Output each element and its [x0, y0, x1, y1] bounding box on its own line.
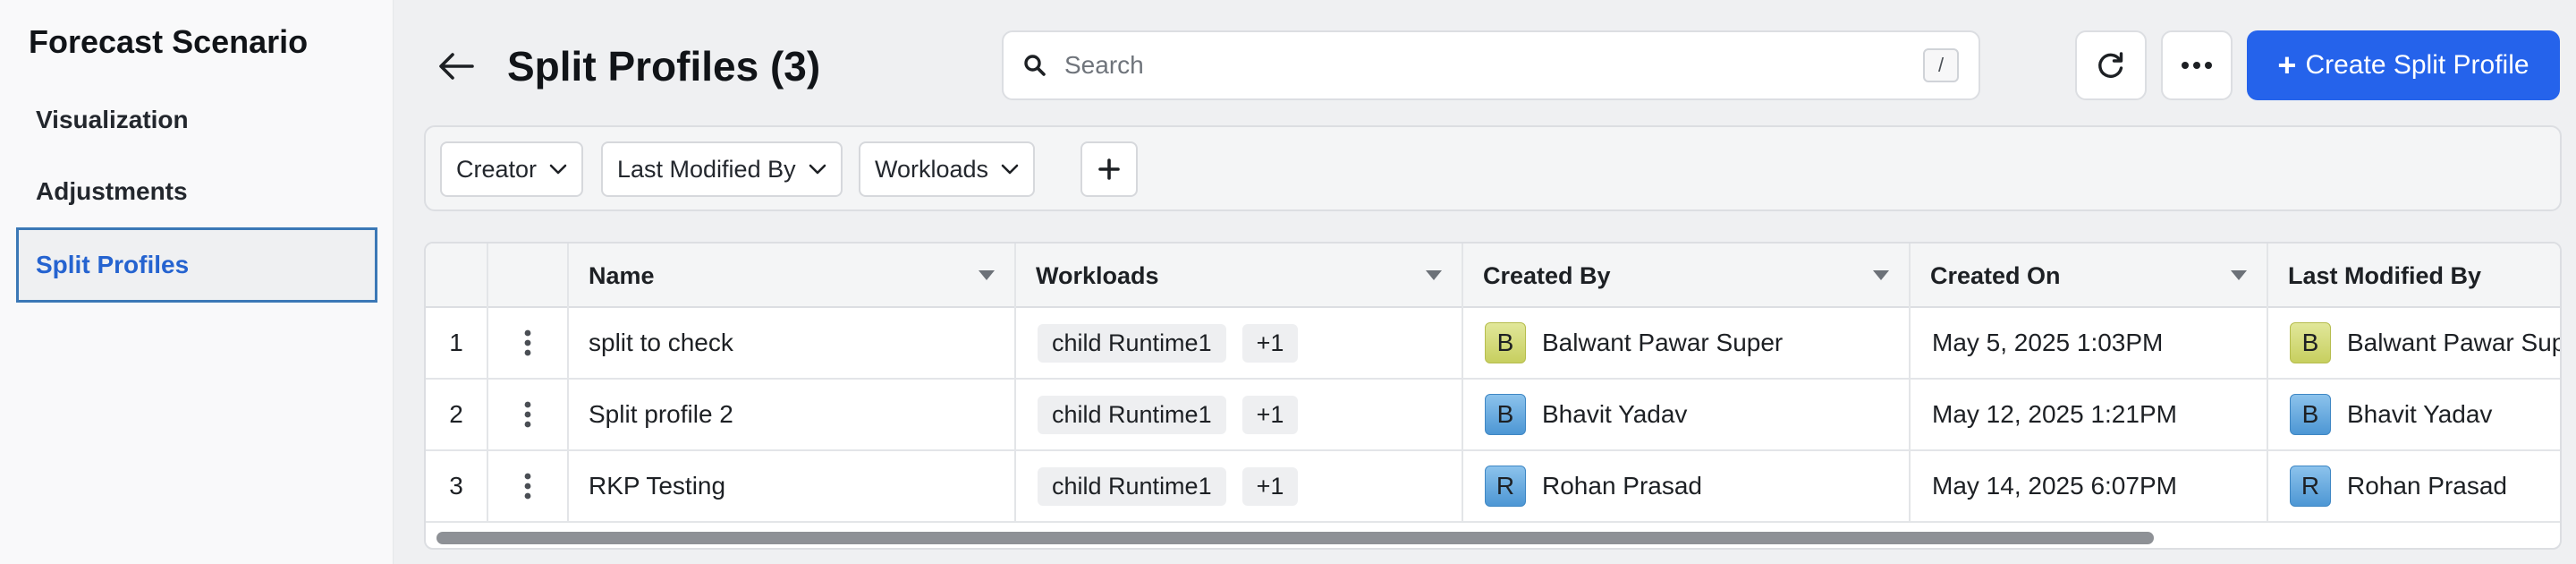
- user-name: Bhavit Yadav: [2347, 400, 2493, 428]
- cell-last-modified-by: B Bhavit Yadav: [2268, 380, 2560, 449]
- table-row[interactable]: 1 split to check child Runtime1 +1 B Bal…: [426, 308, 2560, 380]
- sort-caret-icon[interactable]: [979, 270, 995, 280]
- row-index: 3: [426, 451, 488, 521]
- user-name: Bhavit Yadav: [1542, 400, 1688, 428]
- refresh-button[interactable]: [2075, 30, 2147, 100]
- table-row[interactable]: 2 Split profile 2 child Runtime1 +1 B Bh…: [426, 380, 2560, 451]
- create-split-profile-button[interactable]: + Create Split Profile: [2247, 30, 2560, 100]
- filter-creator[interactable]: Creator: [440, 141, 584, 197]
- avatar: R: [2290, 466, 2331, 507]
- plus-icon: +: [2277, 47, 2297, 83]
- column-header-name[interactable]: Name: [569, 244, 1016, 308]
- main-content: Split Profiles (3) / + Create Split Prof…: [394, 0, 2576, 564]
- table-row[interactable]: 3 RKP Testing child Runtime1 +1 R Rohan …: [426, 451, 2560, 523]
- filter-last-modified-by[interactable]: Last Modified By: [601, 141, 843, 197]
- cell-created-on: May 12, 2025 1:21PM: [1911, 380, 2268, 449]
- cell-name: split to check: [569, 308, 1016, 378]
- sort-caret-icon[interactable]: [1873, 270, 1889, 280]
- avatar: B: [2290, 322, 2331, 363]
- column-label: Workloads: [1036, 261, 1159, 289]
- column-header-created-on[interactable]: Created On: [1911, 244, 2268, 308]
- filter-label: Workloads: [875, 155, 989, 183]
- more-vertical-icon: [524, 401, 531, 428]
- cell-created-on: May 5, 2025 1:03PM: [1911, 308, 2268, 378]
- sidebar: Forecast Scenario Visualization Adjustme…: [0, 0, 394, 564]
- column-label: Last Modified By: [2288, 261, 2482, 289]
- column-header-last-modified-by[interactable]: Last Modified By: [2268, 244, 2560, 308]
- more-vertical-icon: [524, 329, 531, 356]
- create-button-label: Create Split Profile: [2305, 50, 2529, 80]
- column-label: Created On: [1930, 261, 2061, 289]
- workload-more-tag[interactable]: +1: [1241, 466, 1299, 506]
- split-profiles-table: Name Workloads Created By Created On Las…: [424, 242, 2562, 550]
- horizontal-scrollbar[interactable]: [436, 532, 2154, 544]
- row-menu-button[interactable]: [488, 308, 569, 378]
- avatar: B: [1485, 394, 1526, 435]
- workload-tag: child Runtime1: [1038, 395, 1226, 434]
- search-input[interactable]: [1064, 51, 1923, 80]
- column-label: Created By: [1483, 261, 1611, 289]
- chevron-down-icon: [809, 164, 826, 175]
- cell-last-modified-by: R Rohan Prasad: [2268, 451, 2560, 521]
- chevron-down-icon: [1001, 164, 1019, 175]
- cell-workloads: child Runtime1 +1: [1016, 451, 1463, 521]
- user-name: Balwant Pawar Super: [2347, 329, 2560, 356]
- avatar: B: [2290, 394, 2331, 435]
- page-title: Split Profiles (3): [507, 43, 821, 90]
- more-horizontal-icon: [2182, 62, 2212, 69]
- row-index: 1: [426, 308, 488, 378]
- sort-caret-icon[interactable]: [2231, 270, 2247, 280]
- cell-created-by: B Bhavit Yadav: [1463, 380, 1911, 449]
- back-button[interactable]: [436, 47, 476, 86]
- cell-name: RKP Testing: [569, 451, 1016, 521]
- header-index: [426, 244, 488, 308]
- table-header: Name Workloads Created By Created On Las…: [426, 244, 2560, 308]
- row-menu-button[interactable]: [488, 451, 569, 521]
- row-index: 2: [426, 380, 488, 449]
- cell-last-modified-by: B Balwant Pawar Super: [2268, 308, 2560, 378]
- filter-bar: Creator Last Modified By Workloads: [424, 125, 2562, 211]
- workload-more-tag[interactable]: +1: [1241, 395, 1299, 434]
- add-filter-button[interactable]: [1080, 141, 1138, 197]
- search-shortcut-key: /: [1923, 48, 1959, 82]
- column-label: Name: [589, 261, 655, 289]
- cell-created-on: May 14, 2025 6:07PM: [1911, 451, 2268, 521]
- sidebar-title: Forecast Scenario: [29, 23, 309, 60]
- cell-workloads: child Runtime1 +1: [1016, 308, 1463, 378]
- plus-icon: [1098, 158, 1120, 180]
- user-name: Rohan Prasad: [1542, 472, 1703, 500]
- column-header-created-by[interactable]: Created By: [1463, 244, 1911, 308]
- refresh-icon: [2098, 52, 2123, 78]
- workload-tag: child Runtime1: [1038, 466, 1226, 506]
- sort-caret-icon[interactable]: [1426, 270, 1442, 280]
- cell-name: Split profile 2: [569, 380, 1016, 449]
- header-actions: [488, 244, 569, 308]
- workload-tag: child Runtime1: [1038, 323, 1226, 363]
- column-header-workloads[interactable]: Workloads: [1016, 244, 1463, 308]
- filter-label: Last Modified By: [617, 155, 796, 183]
- filter-label: Creator: [456, 155, 538, 183]
- search-box[interactable]: /: [1002, 30, 1980, 100]
- workload-more-tag[interactable]: +1: [1241, 323, 1299, 363]
- avatar: B: [1485, 322, 1526, 363]
- sidebar-item-split-profiles[interactable]: Split Profiles: [16, 227, 377, 303]
- user-name: Balwant Pawar Super: [1542, 329, 1784, 356]
- cell-workloads: child Runtime1 +1: [1016, 380, 1463, 449]
- search-icon: [1023, 53, 1048, 78]
- cell-created-by: R Rohan Prasad: [1463, 451, 1911, 521]
- filter-workloads[interactable]: Workloads: [859, 141, 1036, 197]
- sidebar-item-visualization[interactable]: Visualization: [16, 84, 377, 156]
- avatar: R: [1485, 466, 1526, 507]
- user-name: Rohan Prasad: [2347, 472, 2508, 500]
- row-menu-button[interactable]: [488, 380, 569, 449]
- arrow-left-icon: [439, 53, 474, 80]
- more-options-button[interactable]: [2161, 30, 2233, 100]
- cell-created-by: B Balwant Pawar Super: [1463, 308, 1911, 378]
- more-vertical-icon: [524, 473, 531, 500]
- sidebar-item-adjustments[interactable]: Adjustments: [16, 156, 377, 227]
- chevron-down-icon: [549, 164, 567, 175]
